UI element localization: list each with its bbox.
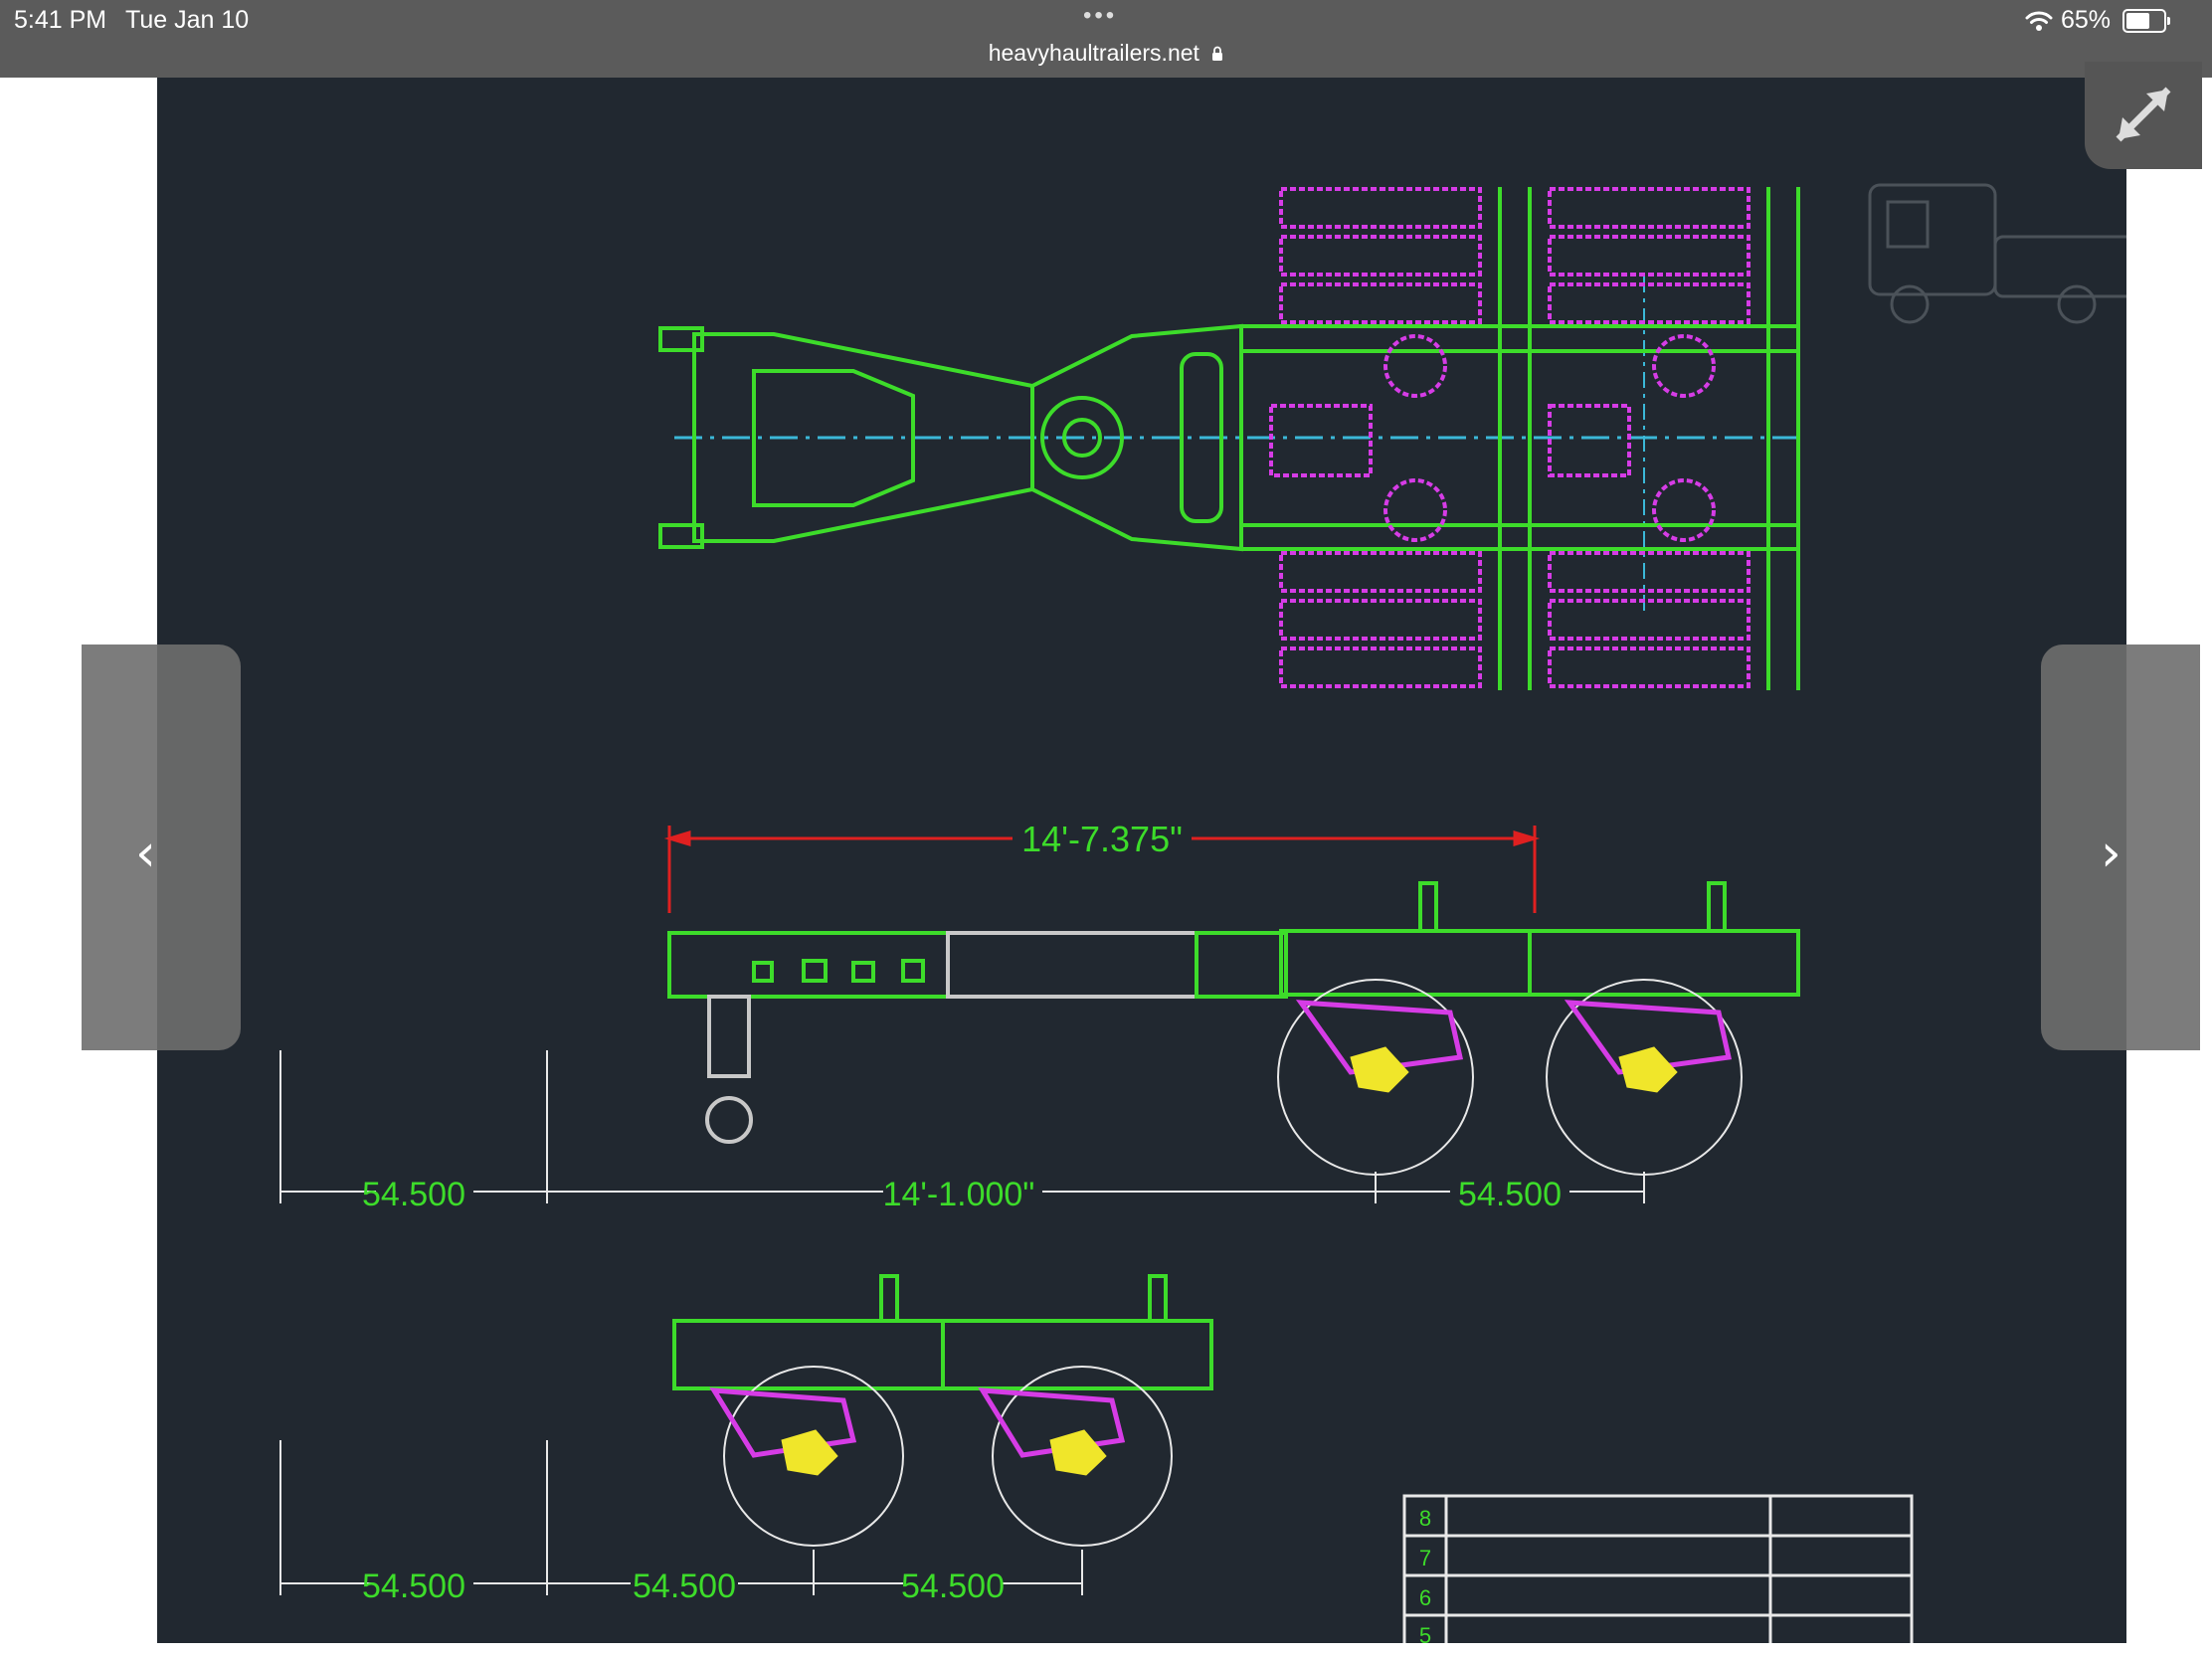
detail-view: 54.500 54.500 54.500 (279, 1274, 1213, 1605)
dimension-label: 54.500 (1458, 1176, 1562, 1213)
url-text: heavyhaultrailers.net (988, 40, 1199, 66)
lock-icon (1212, 46, 1223, 61)
side-hubs (1350, 1046, 1678, 1093)
truck-logo-watermark (1868, 183, 2126, 324)
chevron-right-icon: › (2101, 824, 2121, 883)
status-date: Tue Jan 10 (125, 6, 250, 34)
title-block-row-number: 8 (1419, 1506, 1431, 1531)
dimension-label: 54.500 (362, 1567, 465, 1605)
previous-image-button[interactable]: ‹ (82, 645, 241, 1050)
side-view: 14'-7.375" 54.500 14'-1.000" 54.500 (279, 816, 1800, 1213)
status-indicators: 65% (2025, 6, 2170, 35)
status-bar: 5:41 PM Tue Jan 10 ••• heavyhaultrailers… (0, 0, 2212, 78)
title-block (1402, 1494, 1914, 1643)
battery-percent: 65% (2060, 6, 2111, 34)
title-block-row-number: 6 (1419, 1585, 1431, 1610)
wifi-icon (2025, 11, 2053, 31)
dimension-label: 54.500 (362, 1176, 465, 1213)
expand-icon (2116, 87, 2171, 142)
dimension-label: 54.500 (901, 1567, 1005, 1605)
title-block-row-number: 5 (1419, 1623, 1431, 1643)
title-block-row-number: 7 (1419, 1546, 1431, 1570)
cad-drawing: 14'-7.375" 54.500 14'-1.000" 54.500 54.5… (279, 183, 2126, 1643)
overall-length-label: 14'-7.375" (1021, 819, 1183, 859)
next-image-button[interactable]: › (2041, 645, 2200, 1050)
battery-icon (2122, 8, 2170, 33)
expand-button[interactable] (2085, 62, 2202, 169)
chevron-left-icon: ‹ (135, 824, 156, 883)
address-bar[interactable]: heavyhaultrailers.net (0, 40, 2212, 67)
side-frame (667, 881, 1800, 1144)
status-time: 5:41 PM (14, 6, 107, 34)
dimension-label: 54.500 (633, 1567, 736, 1605)
multitasking-dots[interactable]: ••• (1083, 2, 1117, 30)
top-view (658, 187, 1800, 690)
image-viewer: 14'-7.375" 54.500 14'-1.000" 54.500 54.5… (157, 78, 2126, 1643)
wheelbase-label: 14'-1.000" (883, 1176, 1035, 1213)
